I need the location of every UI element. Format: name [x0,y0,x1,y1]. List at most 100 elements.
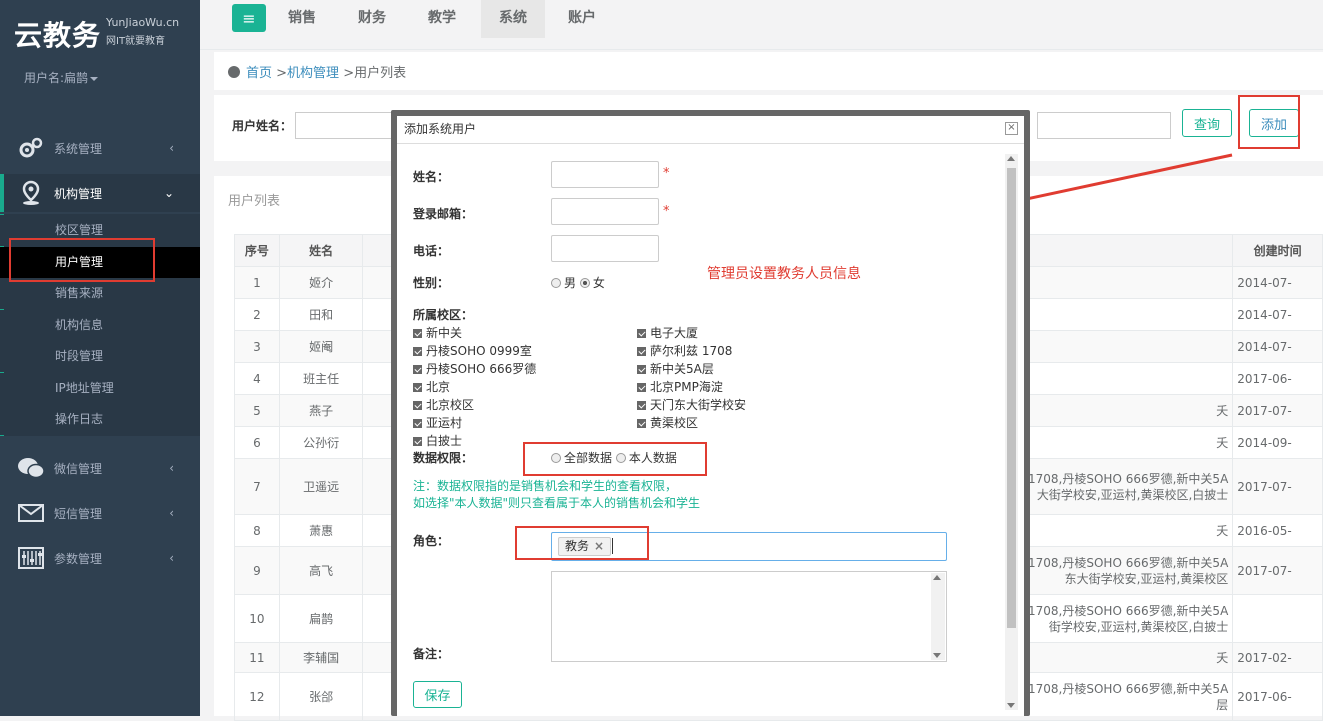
remark-label: 备注： [413,647,450,661]
filter-input[interactable] [1037,112,1171,139]
gender-female-label: 女 [592,276,605,290]
col-header-created: 创建时间 [1232,234,1323,267]
scrollbar-thumb[interactable] [1007,168,1016,628]
campus-checkbox[interactable]: 亚运村 [413,414,462,431]
highlight-box-perm [523,442,707,476]
cell-no: 1 [234,266,280,299]
campus-checkbox[interactable]: 北京 [413,378,450,395]
campus-checkbox[interactable]: 电子大厦 [637,324,698,341]
sidebar-sub-sales-source[interactable]: 销售来源 [0,278,200,309]
cell-name: 卫遥远 [278,458,364,515]
list-title: 用户列表 [228,194,281,209]
cell-created: 2014-09- [1232,426,1323,459]
user-menu[interactable]: 用户名:扁鹊 [24,69,99,86]
caret-down-icon [90,76,99,81]
checkbox-checked-icon [637,419,646,428]
cell-created: 2017-07- [1232,394,1323,427]
top-navbar: ≡ 销售 财务 教学 系统 账户 [200,0,1323,50]
sidebar-sub-org-info[interactable]: 机构信息 [0,310,200,341]
campus-label: 所属校区： [413,308,474,322]
checkbox-checked-icon [637,365,646,374]
tab-teaching[interactable]: 教学 [410,0,474,38]
sidebar-label: 机构管理 [54,186,103,201]
sidebar-item-wechat[interactable]: 微信管理 ‹ [0,450,200,486]
menu-toggle-button[interactable]: ≡ [232,4,266,32]
username-input[interactable] [295,112,395,139]
breadcrumb-org[interactable]: 机构管理 [287,66,339,81]
sidebar-item-params[interactable]: 参数管理 ‹ [0,540,200,576]
home-pin-icon [228,66,240,78]
cell-created: 2017-02- [1232,642,1323,673]
name-input[interactable] [551,161,659,188]
query-button[interactable]: 查询 [1182,109,1232,137]
campus-checkbox[interactable]: 新中关5A层 [637,360,714,377]
highlight-box-role [515,526,649,560]
scroll-up-icon [1007,156,1015,161]
checkbox-checked-icon [637,383,646,392]
cell-created: 2016-05- [1232,514,1323,547]
checkbox-checked-icon [637,347,646,356]
sidebar-sub-logs[interactable]: 操作日志 [0,404,200,435]
sidebar-label: 参数管理 [54,551,103,566]
sidebar: 云教务 YunJiaoWu.cn 网IT就要教育 用户名:扁鹊 系统管理 ‹ 机… [0,0,200,716]
checkbox-checked-icon [637,401,646,410]
campus-checkbox[interactable]: 萨尔利兹 1708 [637,342,732,359]
sidebar-sub-ip[interactable]: IP地址管理 [0,373,200,404]
cell-name: 姬阉 [278,330,364,363]
logo: 云教务 [14,19,102,52]
breadcrumb-current: 用户列表 [354,66,407,81]
cell-name: 张郃 [278,672,364,721]
gender-male-radio[interactable]: 男 [551,276,576,290]
breadcrumb-home[interactable]: 首页 [246,66,272,81]
phone-label: 电话： [413,244,450,258]
breadcrumb-separator: > [339,66,355,81]
email-input[interactable] [551,198,659,225]
close-icon[interactable]: × [1005,122,1018,135]
gender-female-radio[interactable]: 女 [579,276,605,290]
perm-label: 数据权限： [413,451,474,465]
campus-checkbox[interactable]: 黄渠校区 [637,414,698,431]
checkbox-checked-icon [413,401,422,410]
sidebar-item-sms[interactable]: 短信管理 ‹ [0,495,200,531]
cell-created [1232,594,1323,643]
campus-checkbox[interactable]: 天门东大街学校安 [637,396,746,413]
campus-checkbox[interactable]: 北京PMP海淀 [637,378,723,395]
cell-name: 高飞 [278,546,364,595]
checkbox-checked-icon [413,347,422,356]
remark-scrollbar[interactable] [931,573,945,660]
username-label: 用户姓名： [232,119,293,133]
chevron-down-icon: ⌄ [163,186,174,200]
tab-system[interactable]: 系统 [481,0,545,38]
sidebar-sub-time-slots[interactable]: 时段管理 [0,341,200,372]
cell-no: 12 [234,672,280,721]
tab-finance[interactable]: 财务 [340,0,404,38]
tab-account[interactable]: 账户 [550,0,614,38]
remark-textarea[interactable] [551,571,947,662]
perm-note-line2: 如选择"本人数据"则只查看属于本人的销售机会和学生 [413,496,701,510]
campus-checkbox-label: 丹棱SOHO 0999室 [426,344,532,358]
required-mark: * [663,166,670,181]
save-button[interactable]: 保存 [413,681,462,708]
campus-checkbox-label: 北京校区 [426,398,475,412]
email-label: 登录邮箱： [413,207,474,221]
cell-no: 2 [234,298,280,331]
campus-checkbox-label: 亚运村 [426,416,463,430]
radio-icon [551,278,561,288]
checkbox-checked-icon [637,329,646,338]
cell-created: 2014-07- [1232,266,1323,299]
campus-checkbox[interactable]: 白披士 [413,432,462,449]
modal-body: 添加系统用户 × 姓名： * 登录邮箱： * 电话： 性别： 男 女 管理员设置… [397,116,1024,716]
sidebar-item-system[interactable]: 系统管理 ‹ [0,130,200,166]
campus-checkbox[interactable]: 新中关 [413,324,462,341]
tab-sales[interactable]: 销售 [270,0,334,38]
campus-checkbox[interactable]: 北京校区 [413,396,474,413]
sidebar-label: 短信管理 [54,506,103,521]
modal-scrollbar[interactable] [1005,154,1018,710]
logo-subtitle: YunJiaoWu.cn [106,16,180,29]
gender-options: 男 女 [551,274,605,291]
phone-input[interactable] [551,235,659,262]
radio-checked-icon [579,278,590,288]
campus-checkbox[interactable]: 丹棱SOHO 666罗德 [413,360,536,377]
campus-checkbox[interactable]: 丹棱SOHO 0999室 [413,342,532,359]
sidebar-item-org[interactable]: 机构管理 ⌄ [0,174,200,212]
